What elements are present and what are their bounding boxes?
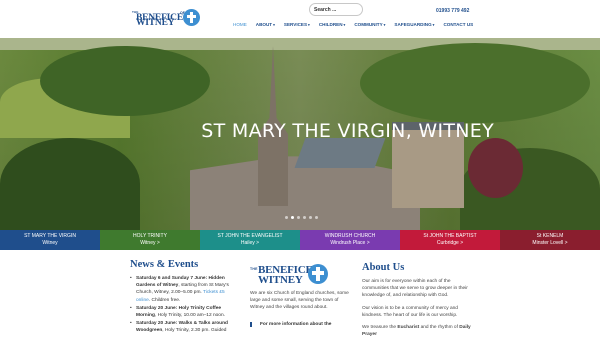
church-tab-place: Witney [42,239,58,246]
news-item: Saturday 6 and Sunday 7 June: Hidden Gar… [130,275,240,304]
slider-dot[interactable] [315,216,318,219]
benefice-logo: THE BENEFICE OF WITNEY [250,262,328,286]
nav-item-children[interactable]: CHILDREN▾ [319,22,346,27]
main-nav: HOME ABOUT▾ SERVICES▾ CHILDREN▾ COMMUNITY▾ SA… [233,22,482,27]
slider-dot[interactable] [291,216,294,219]
slider-dot[interactable] [285,216,288,219]
hero-title: ST MARY THE VIRGIN, WITNEY [201,120,494,142]
church-tab[interactable]: HOLY TRINITY Witney > [100,230,200,250]
about-p1: Our aim is for everyone within each of t… [362,279,468,299]
church-tab-place: Witney > [140,239,160,246]
nav-item-about[interactable]: ABOUT▾ [256,22,275,27]
site-logo[interactable]: THE BENEFICE OF WITNEY [132,7,200,29]
chevron-down-icon: ▾ [308,23,310,27]
church-tab-place: Hailey > [240,239,260,246]
chevron-down-icon: ▾ [432,23,435,27]
chevron-down-icon: ▾ [383,23,386,27]
news-item: Saturday 20 June: Holy Trinity Coffee Mo… [130,305,240,319]
news-title: News & Events [130,259,199,270]
church-tab-place: Minster Lovell > [532,239,568,246]
about-section: About Us Our aim is for everyone within … [362,262,477,338]
news-list: Saturday 6 and Sunday 7 June: Hidden Gar… [130,275,240,335]
slider-dots [285,216,318,219]
church-tab[interactable]: ST MARY THE VIRGIN Witney [0,230,100,250]
more-info[interactable]: For more information about the [250,321,350,327]
about-title: About Us [362,262,405,273]
nav-item-services[interactable]: SERVICES▾ [284,22,310,27]
church-tab[interactable]: St JOHN THE BAPTIST Curbridge > [400,230,500,250]
nav-item-safeguarding[interactable]: SAFEGUARDING▾ [394,22,434,27]
church-tab[interactable]: ST JOHN THE EVANGELIST Hailey > [200,230,300,250]
cross-icon [183,9,200,26]
logo-the: THE [132,10,139,14]
site-header: THE BENEFICE OF WITNEY Search ... 01993 … [0,0,600,38]
church-tab-place: Windrush Place > [330,239,370,246]
intro-text: We are six Church of England churches, s… [250,291,349,311]
logo-line2: WITNEY [136,18,175,28]
nav-item-contact-us[interactable]: CONTACT US [443,22,473,27]
church-tabs: ST MARY THE VIRGIN Witney HOLY TRINITY Witn… [0,230,600,250]
nav-item-community[interactable]: COMMUNITY▾ [354,22,385,27]
chevron-down-icon: ▾ [343,23,346,27]
intro-section: THE BENEFICE OF WITNEY We are six Church… [250,262,350,327]
church-tab[interactable]: St KENELM Minster Lovell > [500,230,600,250]
cross-icon [308,264,328,284]
church-tab-place: Curbridge > [436,239,464,246]
chevron-down-icon: ▾ [273,23,275,27]
search-input[interactable]: Search ... [309,3,363,16]
hero-slider: ST MARY THE VIRGIN, WITNEY [0,38,600,230]
about-p2: Our vision is to be a community of mercy… [362,305,458,318]
news-section: News & Events Saturday 6 and Sunday 7 Ju… [130,259,240,336]
slider-dot[interactable] [309,216,312,219]
slider-dot[interactable] [297,216,300,219]
slider-dot[interactable] [303,216,306,219]
church-tab[interactable]: WINDRUSH CHURCH Windrush Place > [300,230,400,250]
nav-item-home[interactable]: HOME [233,22,247,27]
about-p3: We treasure the Eucharist and the rhythm… [362,324,471,338]
phone-number[interactable]: 01993 779 492 [436,8,469,14]
news-item: Saturday 20 June: Walks & Talks around W… [130,320,240,334]
